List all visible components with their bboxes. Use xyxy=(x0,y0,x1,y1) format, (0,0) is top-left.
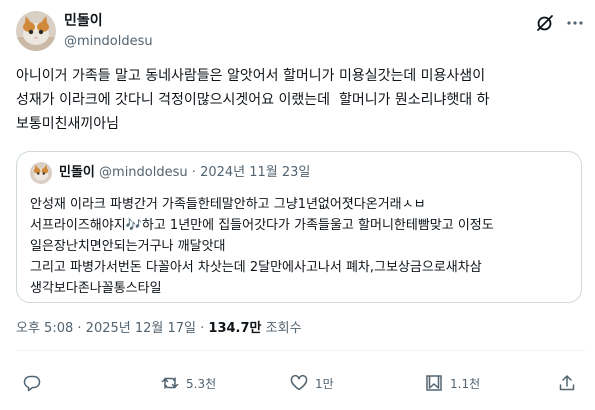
share-icon xyxy=(559,375,575,391)
bookmark-icon xyxy=(426,375,442,391)
like-icon xyxy=(290,375,308,391)
meta-separator: · xyxy=(77,321,82,336)
meta-separator-2: · xyxy=(200,321,205,336)
divider xyxy=(16,350,585,351)
author-name[interactable]: 민돌이 xyxy=(64,12,103,30)
bookmark-count: 1.1천 xyxy=(450,376,481,391)
quote-avatar xyxy=(30,162,52,184)
quote-author-handle: @mindoldesu xyxy=(99,165,188,180)
retweet-icon xyxy=(161,377,179,389)
grok-icon[interactable] xyxy=(535,13,555,33)
view-count: 134.7만 xyxy=(208,321,262,336)
avatar[interactable] xyxy=(16,11,56,51)
retweet-button[interactable]: 5.3천 xyxy=(160,372,216,394)
tweet-time[interactable]: 오후 5:08 xyxy=(16,321,73,336)
tweet-date[interactable]: 2025년 12월 17일 xyxy=(86,321,196,336)
quote-text: 안성재 이라크 파병간거 가족들한테말안하고 그냥1년없어졋다온거래ㅅㅂ 서프라… xyxy=(30,197,494,296)
like-button[interactable]: 1만 xyxy=(289,372,334,394)
more-icon[interactable] xyxy=(565,13,585,33)
like-count: 1만 xyxy=(315,376,334,391)
quote-date: 2024년 11월 23일 xyxy=(200,165,311,180)
bookmark-button[interactable]: 1.1천 xyxy=(424,372,480,394)
quote-header: 민돌이 @mindoldesu · 2024년 11월 23일 xyxy=(59,164,310,182)
quote-separator: · xyxy=(191,165,196,180)
retweet-count: 5.3천 xyxy=(186,376,217,391)
tweet-text: 아니이거 가족들 말고 동네사람들은 알앗어서 할머니가 미용실갓는데 미용사샘… xyxy=(16,68,490,132)
reply-button[interactable] xyxy=(22,372,48,394)
reply-icon xyxy=(23,375,41,392)
tweet-meta: 오후 5:08 · 2025년 12월 17일 · 134.7만 조회수 xyxy=(16,320,302,338)
quote-author-name: 민돌이 xyxy=(59,165,95,180)
quote-tweet-card[interactable]: 민돌이 @mindoldesu · 2024년 11월 23일 안성재 이라크 … xyxy=(16,151,582,303)
share-button[interactable] xyxy=(557,372,577,394)
views-label: 조회수 xyxy=(265,321,302,336)
author-handle[interactable]: @mindoldesu xyxy=(64,33,153,50)
